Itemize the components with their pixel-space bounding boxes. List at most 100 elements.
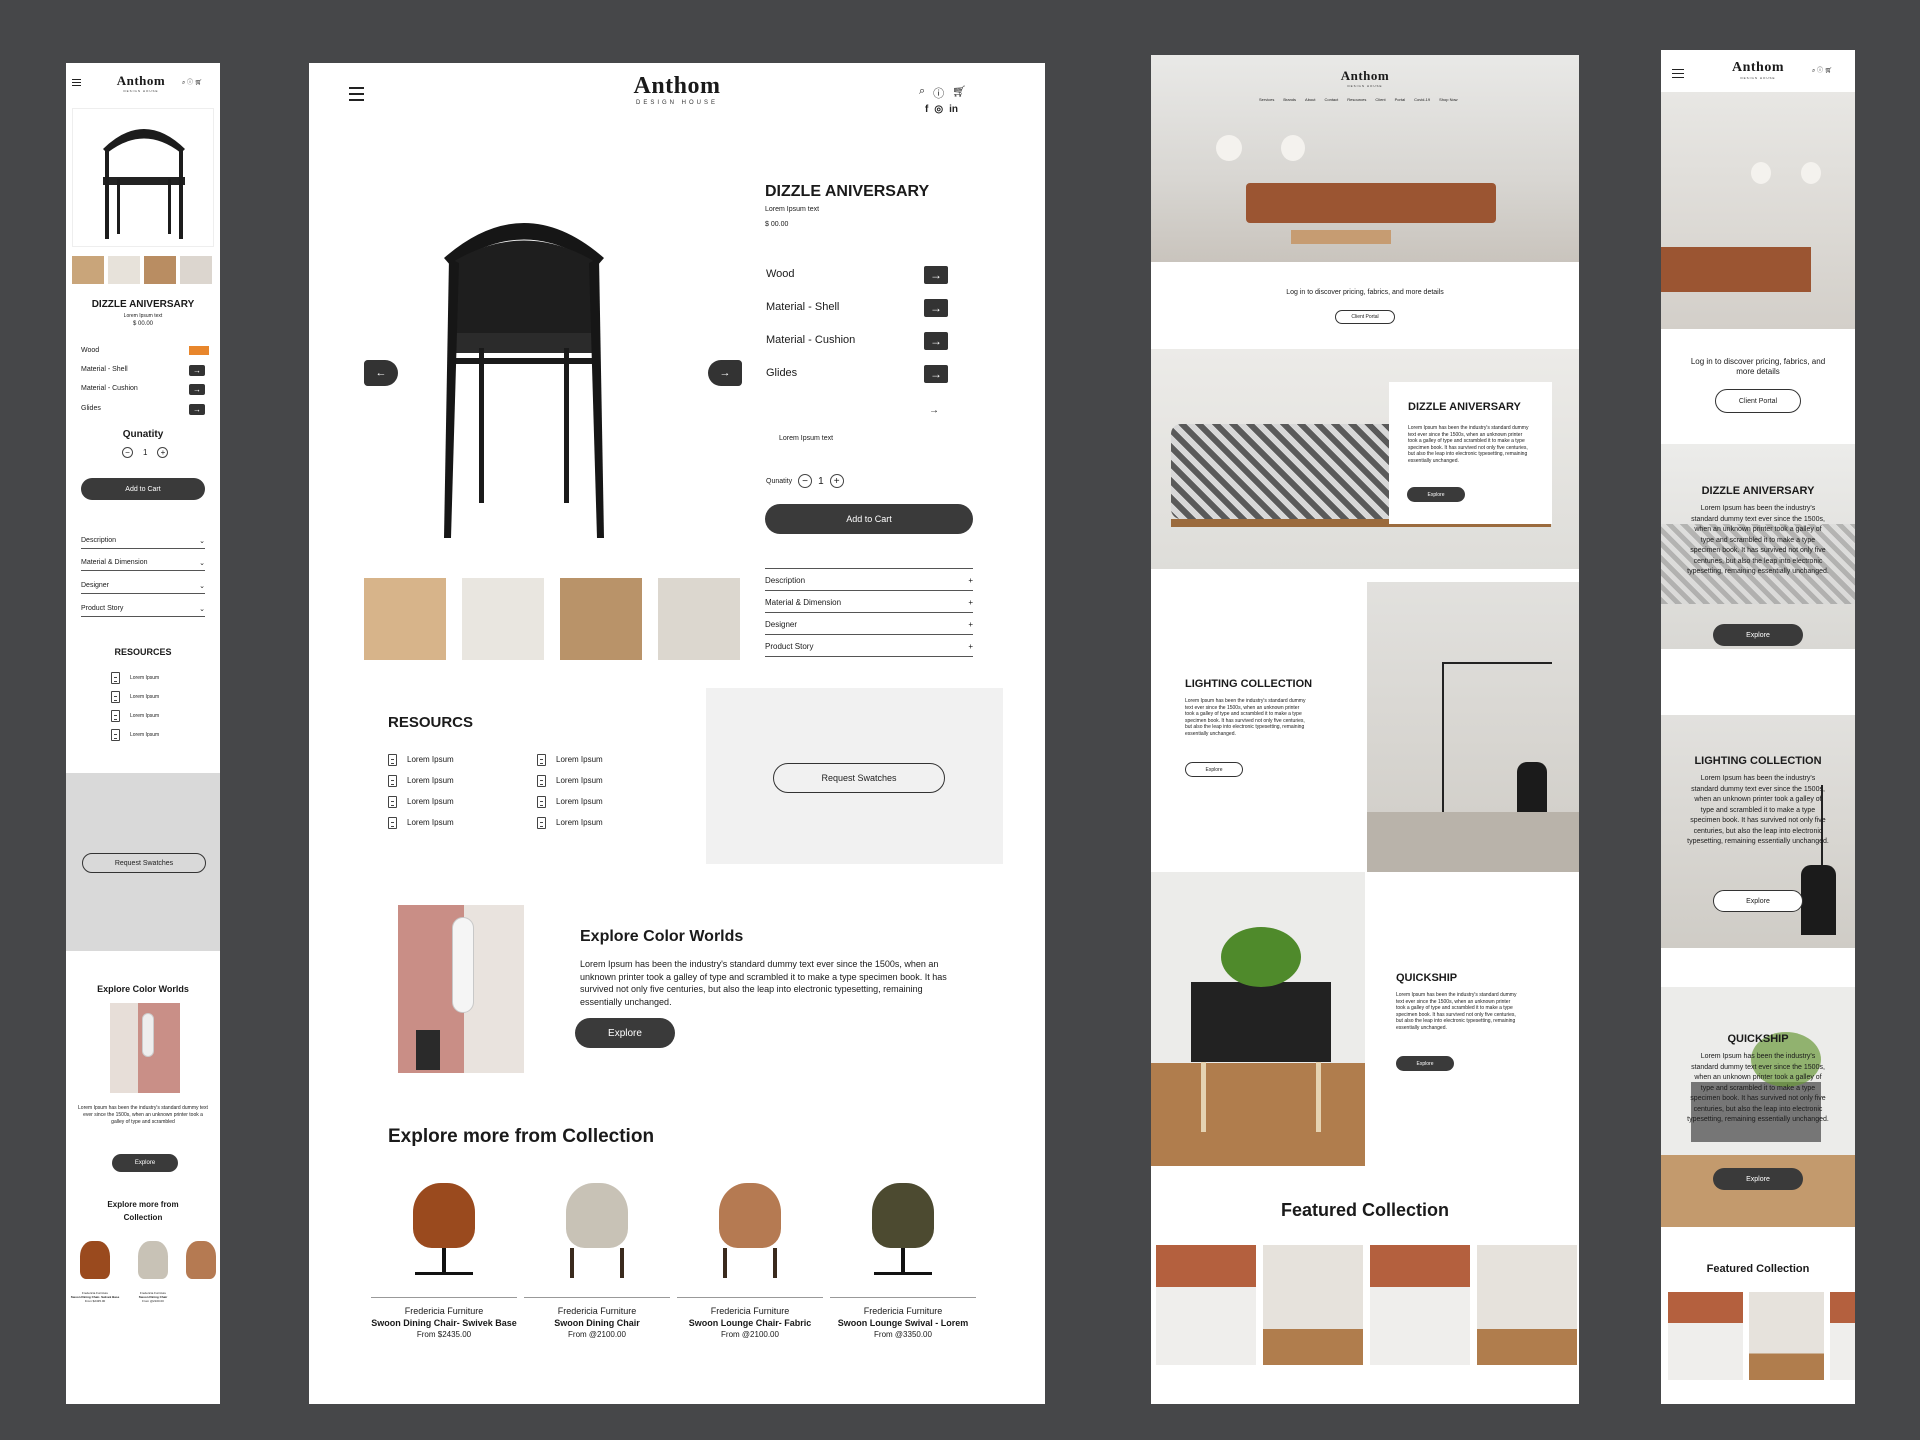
dizzle-explore-button[interactable]: Explore	[1407, 487, 1465, 502]
resource-link[interactable]: Lorem Ipsum	[388, 812, 454, 833]
plus-icon[interactable]: +	[829, 474, 844, 488]
nav-client[interactable]: Client	[1375, 97, 1385, 102]
option-glides[interactable]: Glides	[766, 367, 797, 379]
brand-logo[interactable]: Anthom DESIGN HOUSE	[1335, 68, 1395, 88]
search-icon[interactable]: ⌕	[919, 85, 925, 101]
cart-icon[interactable]: 🛒︎	[1825, 67, 1833, 74]
nav-resources[interactable]: Resources	[1347, 97, 1366, 102]
thumbnail[interactable]	[72, 256, 104, 284]
product-card[interactable]	[186, 1241, 216, 1303]
info-icon[interactable]: ⓘ	[933, 85, 944, 101]
linkedin-icon[interactable]: in	[949, 104, 958, 115]
resource-link[interactable]: Lorem Ipsum	[388, 749, 454, 770]
resource-link[interactable]: Lorem Ipsum	[537, 749, 603, 770]
featured-item[interactable]	[1156, 1245, 1256, 1365]
product-card[interactable]: Fredericia Furniture Swoon Dining Chair-…	[371, 1178, 517, 1339]
add-to-cart-button[interactable]: Add to Cart	[81, 478, 205, 500]
resource-link[interactable]: Lorem Ipsum	[537, 770, 603, 791]
arrow-right-icon[interactable]: →	[924, 266, 948, 284]
quickship-explore-button[interactable]: Explore	[1396, 1056, 1454, 1071]
resource-link[interactable]: Lorem Ipsum	[388, 770, 454, 791]
info-icon[interactable]: ⓘ	[1817, 65, 1823, 74]
thumbnail[interactable]	[144, 256, 176, 284]
arrow-right-icon[interactable]: →	[924, 365, 948, 383]
option-shell[interactable]: Material - Shell	[81, 366, 128, 373]
thumbnail[interactable]	[364, 578, 446, 660]
explore-button[interactable]: Explore	[112, 1154, 178, 1172]
next-arrow-button[interactable]: →	[708, 360, 742, 386]
option-glides[interactable]: Glides	[81, 405, 101, 412]
accordion-material[interactable]: Material & Dimension +	[765, 592, 973, 613]
quickship-explore-button[interactable]: Explore	[1713, 1168, 1803, 1190]
menu-icon[interactable]	[72, 79, 81, 90]
arrow-right-icon[interactable]: →	[189, 384, 205, 395]
plus-icon[interactable]: +	[157, 447, 169, 458]
featured-item[interactable]	[1477, 1245, 1577, 1365]
request-swatches-button[interactable]: Request Swatches	[773, 763, 945, 793]
resource-link[interactable]: Lorem Ipsum	[111, 669, 159, 688]
product-card[interactable]: Fredericia Furniture Swoon Lounge Swival…	[830, 1178, 976, 1339]
nav-services[interactable]: Services	[1259, 97, 1274, 102]
arrow-right-icon[interactable]: →	[189, 404, 205, 415]
option-cushion[interactable]: Material - Cushion	[81, 385, 138, 392]
arrow-right-icon[interactable]: →	[924, 332, 948, 350]
thumbnail[interactable]	[108, 256, 140, 284]
product-card[interactable]: Fredericia Furniture Swoon Lounge Chair-…	[677, 1178, 823, 1339]
facebook-icon[interactable]: f	[925, 104, 928, 115]
search-icon[interactable]: ⌕	[1812, 68, 1815, 75]
instagram-icon[interactable]: ◎	[934, 104, 943, 115]
featured-item[interactable]	[1263, 1245, 1363, 1365]
brand-logo[interactable]: Anthom DESIGN HOUSE	[106, 73, 176, 93]
client-portal-button[interactable]: Client Portal	[1715, 389, 1801, 413]
featured-item[interactable]	[1749, 1292, 1824, 1380]
thumbnail[interactable]	[560, 578, 642, 660]
option-shell[interactable]: Material - Shell	[766, 301, 839, 313]
arrow-right-icon[interactable]: →	[929, 405, 939, 416]
arrow-right-icon[interactable]: →	[924, 299, 948, 317]
dizzle-explore-button[interactable]: Explore	[1713, 624, 1803, 646]
option-wood[interactable]: Wood	[81, 347, 99, 354]
client-portal-button[interactable]: Client Portal	[1335, 310, 1395, 324]
nav-about[interactable]: About	[1305, 97, 1315, 102]
accordion-designer[interactable]: Designer +	[765, 614, 973, 635]
resource-link[interactable]: Lorem Ipsum	[537, 812, 603, 833]
wood-swatch[interactable]	[189, 346, 209, 355]
thumbnail[interactable]	[658, 578, 740, 660]
brand-logo[interactable]: Anthom DESIGN HOUSE	[557, 73, 797, 106]
cart-icon[interactable]: 🛒︎	[952, 85, 966, 101]
accordion-designer[interactable]: Designer ⌄	[81, 578, 205, 594]
resource-link[interactable]: Lorem Ipsum	[111, 688, 159, 707]
nav-contact[interactable]: Contact	[1324, 97, 1338, 102]
menu-icon[interactable]	[349, 87, 364, 105]
search-icon[interactable]: ⌕	[182, 80, 185, 87]
request-swatches-button[interactable]: Request Swatches	[82, 853, 206, 873]
nav-shop[interactable]: Shop Now	[1439, 97, 1457, 102]
thumbnail[interactable]	[462, 578, 544, 660]
add-to-cart-button[interactable]: Add to Cart	[765, 504, 973, 534]
product-card[interactable]: Fredericia Furniture Swoon Dining Chair- …	[70, 1241, 120, 1303]
resource-link[interactable]: Lorem Ipsum	[537, 791, 603, 812]
cart-icon[interactable]: 🛒︎	[195, 79, 203, 86]
accordion-story[interactable]: Product Story ⌄	[81, 601, 205, 617]
lighting-explore-button[interactable]: Explore	[1185, 762, 1243, 777]
nav-covid[interactable]: Covid-19	[1414, 97, 1430, 102]
accordion-description[interactable]: Description ⌄	[81, 533, 205, 549]
info-icon[interactable]: ⓘ	[187, 77, 193, 86]
product-card[interactable]: Fredericia Furniture Swoon Dining Chair …	[524, 1178, 670, 1339]
accordion-story[interactable]: Product Story +	[765, 636, 973, 657]
prev-arrow-button[interactable]: ←	[364, 360, 398, 386]
thumbnail[interactable]	[180, 256, 212, 284]
resource-link[interactable]: Lorem Ipsum	[111, 726, 159, 745]
nav-brands[interactable]: Brands	[1283, 97, 1296, 102]
accordion-description[interactable]: Description +	[765, 570, 973, 591]
featured-item[interactable]	[1370, 1245, 1470, 1365]
explore-button[interactable]: Explore	[575, 1018, 675, 1048]
nav-portal[interactable]: Portal	[1395, 97, 1405, 102]
resource-link[interactable]: Lorem Ipsum	[388, 791, 454, 812]
lighting-explore-button[interactable]: Explore	[1713, 890, 1803, 912]
option-cushion[interactable]: Material - Cushion	[766, 334, 855, 346]
featured-item[interactable]	[1668, 1292, 1743, 1380]
brand-logo[interactable]: Anthom DESIGN HOUSE	[1721, 60, 1795, 80]
product-card[interactable]: Fredericia Furniture Swoon Dining Chair Fr…	[128, 1241, 178, 1303]
arrow-right-icon[interactable]: →	[189, 365, 205, 376]
